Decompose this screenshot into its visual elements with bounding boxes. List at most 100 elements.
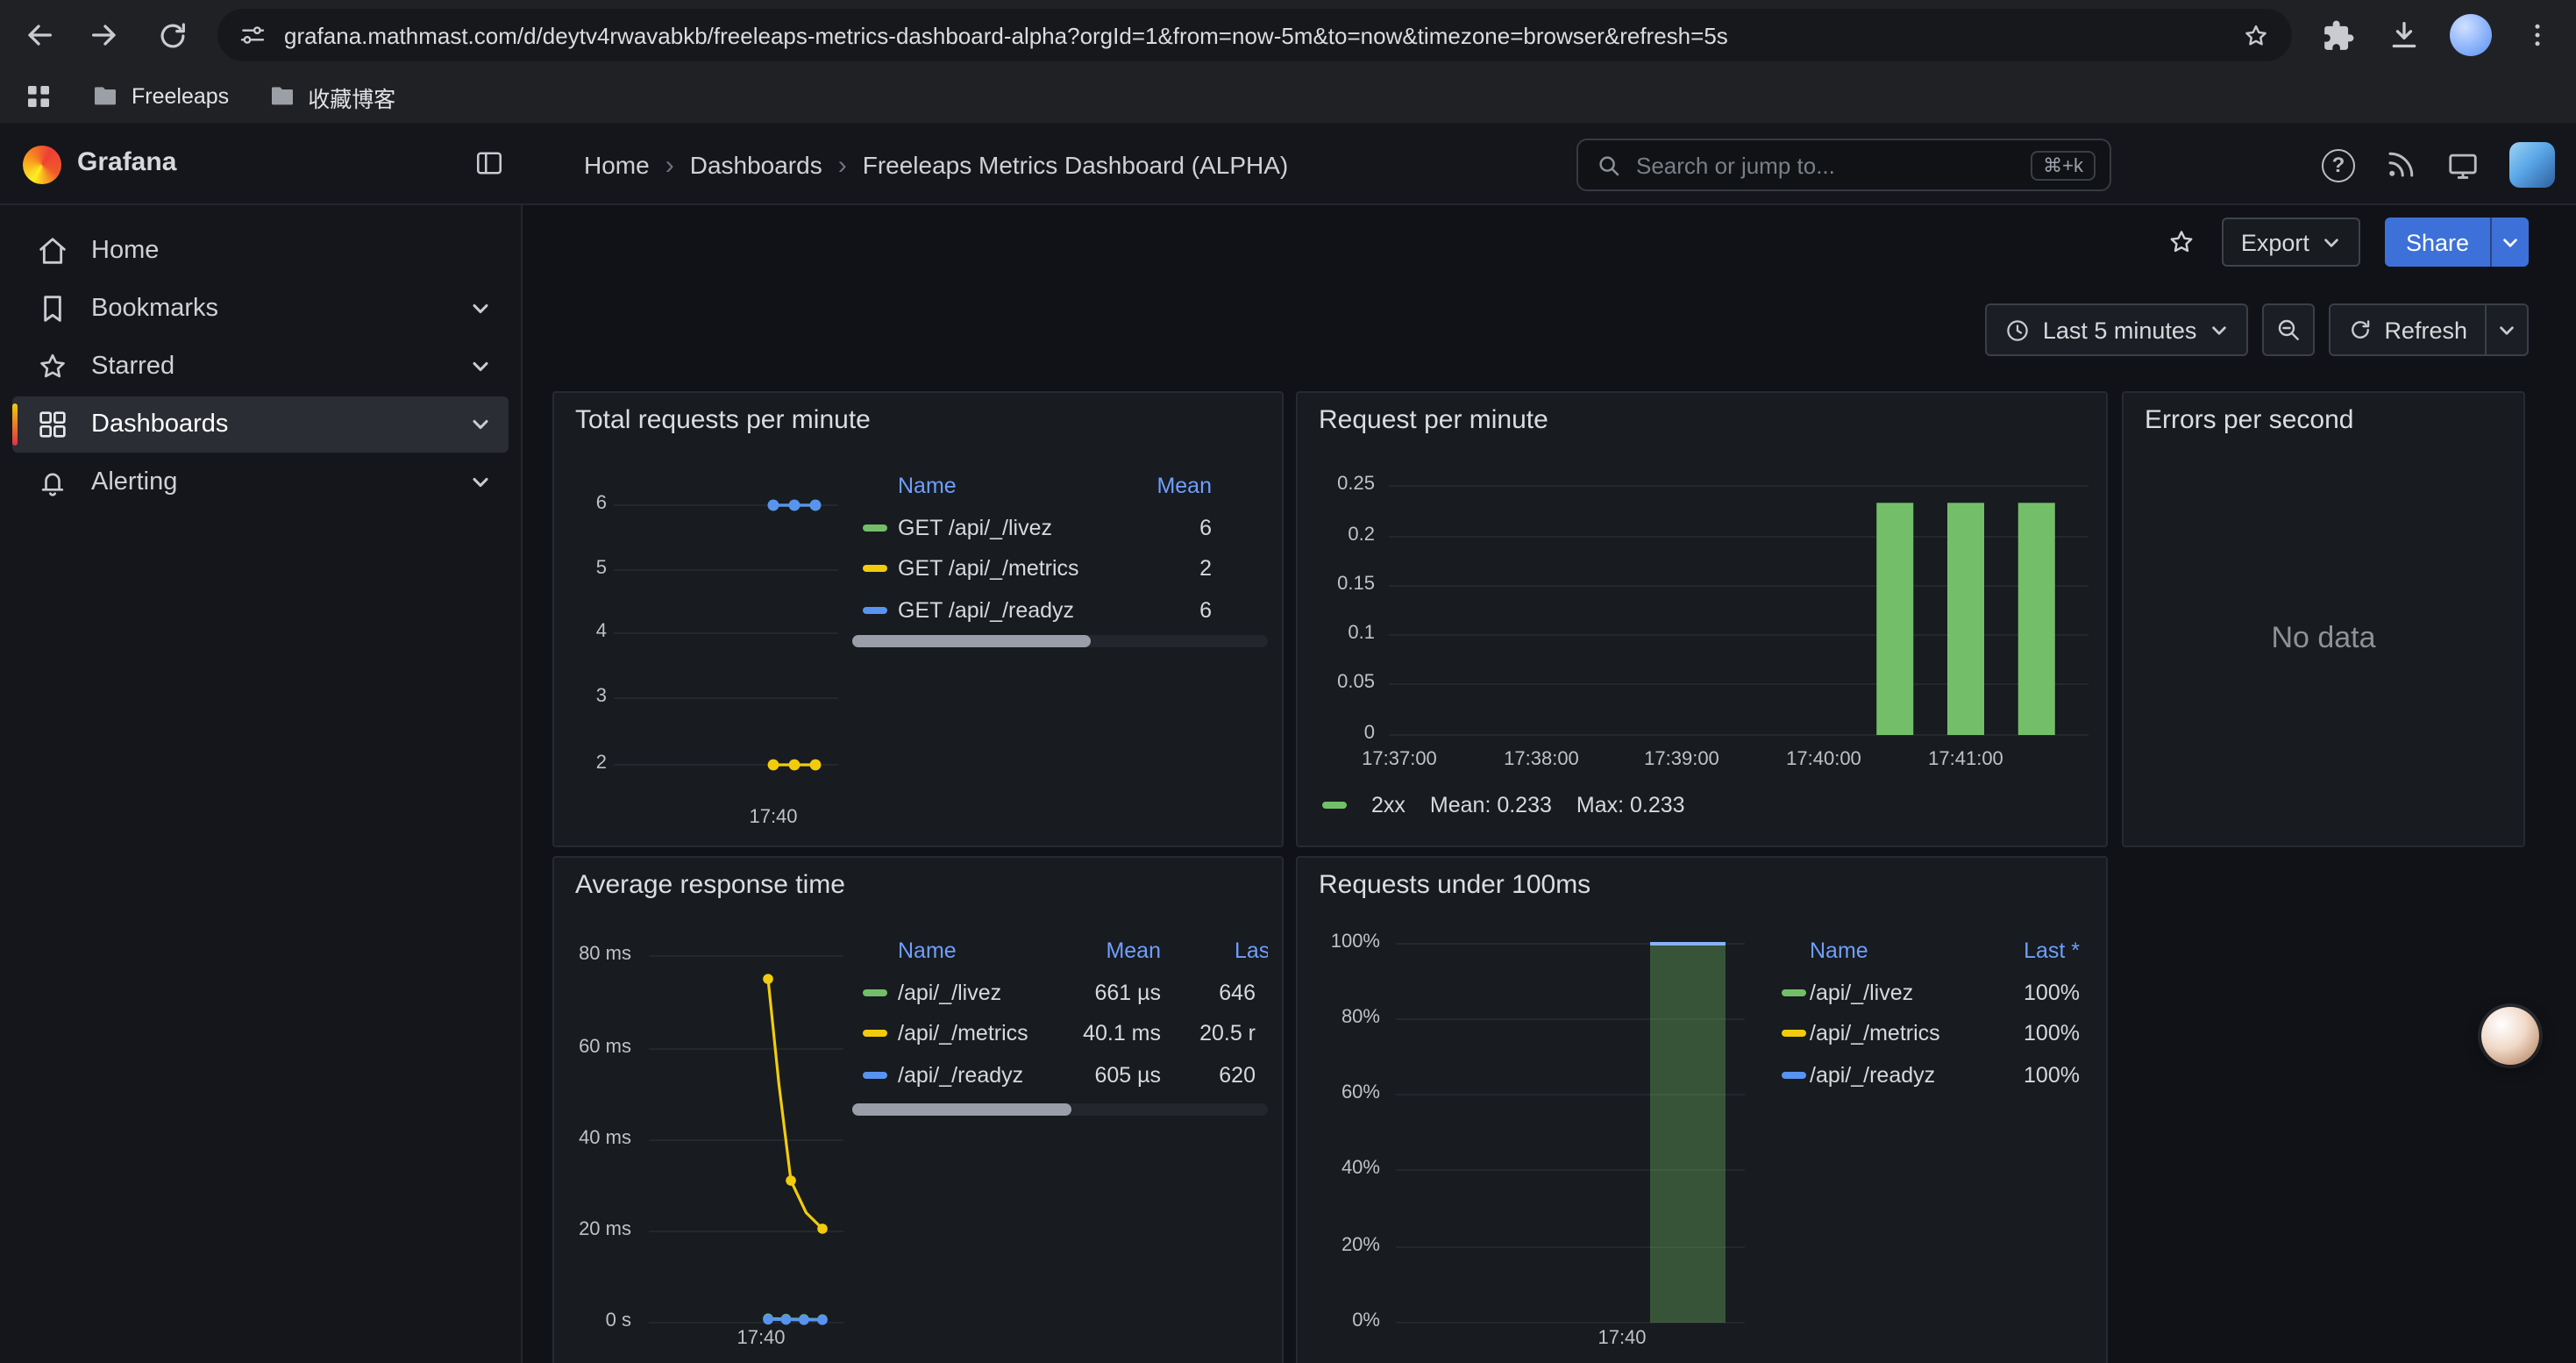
axis-tick-label: 80% (1298, 1007, 1380, 1030)
legend-series-name[interactable]: GET /api/_/metrics (898, 554, 1079, 582)
reload-icon[interactable] (151, 14, 193, 56)
panel-title[interactable]: Requests under 100ms (1319, 870, 1590, 900)
time-range-label: Last 5 minutes (2043, 317, 2197, 343)
axis-tick-label: 0.1 (1298, 623, 1375, 646)
panel-errors-per-second[interactable]: Errors per second No data (2122, 391, 2525, 847)
panel-request-per-minute[interactable]: Request per minute 2xx Mean: 0.233 Max: … (1296, 391, 2108, 847)
time-range-picker[interactable]: Last 5 minutes (1985, 303, 2248, 356)
dashboard-toolbar: Export Share (523, 205, 2576, 279)
favorite-star-icon[interactable] (2166, 226, 2197, 258)
downloads-icon[interactable] (2383, 14, 2425, 56)
chevron-down-icon[interactable] (470, 298, 491, 319)
legend-value: 6 (1071, 514, 1212, 542)
refresh-label: Refresh (2384, 317, 2467, 343)
legend-series-name[interactable]: /api/_/livez (1810, 979, 1913, 1007)
chevron-down-icon[interactable] (470, 414, 491, 435)
chevron-down-icon[interactable] (470, 356, 491, 377)
legend-series-name[interactable]: GET /api/_/livez (898, 514, 1052, 542)
bookmark-folder[interactable]: 收藏博客 (267, 80, 395, 113)
series-color-swatch (1782, 1072, 1806, 1079)
site-settings-icon[interactable] (238, 21, 267, 49)
legend-scrollbar-thumb[interactable] (852, 1103, 1071, 1116)
axis-tick-label: 6 (565, 493, 607, 516)
legend-column-header[interactable]: Name (898, 937, 957, 965)
axis-tick-label: 40 ms (554, 1128, 631, 1151)
legend-series-name[interactable]: /api/_/readyz (898, 1061, 1023, 1089)
sidebar-collapse-icon[interactable] (473, 147, 505, 179)
extensions-icon[interactable] (2316, 14, 2359, 56)
panel-title[interactable]: Request per minute (1319, 405, 1548, 435)
grafana-logo[interactable] (23, 146, 61, 184)
user-avatar[interactable] (2509, 142, 2555, 188)
forward-icon[interactable] (84, 14, 126, 56)
legend-series-name[interactable]: /api/_/metrics (1810, 1019, 1940, 1047)
legend-series-name[interactable]: GET /api/_/readyz (898, 596, 1074, 624)
legend-series-name[interactable]: /api/_/livez (898, 979, 1001, 1007)
bookmark-star-icon[interactable] (2241, 20, 2271, 50)
axis-tick-label: 60% (1298, 1082, 1380, 1105)
panel-title[interactable]: Total requests per minute (575, 405, 871, 435)
browser-toolbar: grafana.mathmast.com/d/deytv4rwavabkb/fr… (0, 0, 2576, 70)
sidebar-item-dashboards[interactable]: Dashboards (12, 396, 509, 453)
legend-value: 646 (1136, 979, 1256, 1007)
panel-requests-under-100ms[interactable]: Requests under 100ms 100%80%60%40%20%0%1… (1296, 856, 2108, 1363)
monitor-icon[interactable] (2446, 148, 2480, 182)
breadcrumb-separator-icon: › (665, 150, 674, 180)
axis-tick-label: 80 ms (554, 944, 631, 967)
panel-title[interactable]: Errors per second (2145, 405, 2353, 435)
sidebar-item-label: Home (91, 237, 159, 265)
legend-series-name[interactable]: /api/_/metrics (898, 1019, 1028, 1047)
chevron-down-icon[interactable] (470, 472, 491, 493)
legend-column-header[interactable]: Name (898, 472, 957, 500)
refresh-button[interactable]: Refresh (2330, 305, 2485, 354)
zoom-out-button[interactable] (2261, 303, 2314, 356)
url-text[interactable]: grafana.mathmast.com/d/deytv4rwavabkb/fr… (284, 22, 2224, 48)
folder-icon (267, 82, 295, 111)
share-menu-chevron-icon[interactable] (2490, 218, 2529, 267)
sidebar-item-alerting[interactable]: Alerting (12, 454, 509, 510)
apps-grid-icon[interactable] (25, 82, 53, 111)
axis-tick-label: 17:41:00 (1910, 749, 2022, 772)
panel-title[interactable]: Average response time (575, 870, 845, 900)
browser-profile-avatar[interactable] (2450, 14, 2492, 56)
panel-average-response-time[interactable]: Average response time 80 ms60 ms40 ms20 … (552, 856, 1284, 1363)
panel-total-requests[interactable]: Total requests per minute 6543217:40Name… (552, 391, 1284, 847)
breadcrumb-dashboards[interactable]: Dashboards (690, 151, 822, 179)
axis-tick-label: 0.05 (1298, 672, 1375, 695)
series-color-swatch (863, 525, 887, 532)
legend-series-name[interactable]: 2xx (1371, 793, 1405, 817)
legend-column-header[interactable]: Mean (1021, 937, 1161, 965)
legend-scrollbar[interactable] (852, 635, 1268, 647)
browser-menu-icon[interactable] (2516, 14, 2558, 56)
floating-assistant-avatar[interactable] (2481, 1007, 2539, 1065)
bookmark-folder[interactable]: Freeleaps (91, 82, 229, 111)
legend-column-header[interactable]: Last * (1955, 937, 2080, 965)
breadcrumb-home[interactable]: Home (584, 151, 650, 179)
breadcrumb-separator-icon: › (838, 150, 847, 180)
search-input[interactable]: Search or jump to... ⌘+k (1576, 139, 2111, 191)
axis-tick-label: 100% (1298, 931, 1380, 954)
sidebar-item-bookmarks[interactable]: Bookmarks (12, 281, 509, 337)
legend-series-name[interactable]: /api/_/readyz (1810, 1061, 1935, 1089)
legend-scrollbar-thumb[interactable] (852, 635, 1091, 647)
sidebar-item-starred[interactable]: Starred (12, 339, 509, 395)
help-icon[interactable]: ? (2322, 148, 2355, 182)
legend: Name Mean GET /api/_/livez 6 GET /api/_/metr… (852, 463, 1268, 674)
sidebar-item-home[interactable]: Home (12, 223, 509, 279)
address-bar[interactable]: grafana.mathmast.com/d/deytv4rwavabkb/fr… (217, 9, 2292, 61)
folder-icon (91, 82, 119, 111)
legend-column-header[interactable]: Name (1810, 937, 1868, 965)
legend-column-header[interactable]: Last * (1235, 937, 1268, 965)
refresh-interval-chevron-icon[interactable] (2485, 305, 2527, 354)
series-color-swatch (863, 1072, 887, 1079)
news-rss-icon[interactable] (2385, 149, 2416, 181)
bookmarks-bar: Freeleaps 收藏博客 (0, 70, 2576, 125)
legend-column-header[interactable]: Mean (1071, 472, 1212, 500)
legend-scrollbar[interactable] (852, 1103, 1268, 1116)
export-button[interactable]: Export (2222, 218, 2360, 267)
legend-stat-max: Max: 0.233 (1576, 793, 1685, 817)
grafana-brand: Grafana (77, 147, 176, 177)
back-icon[interactable] (18, 14, 60, 56)
share-button[interactable]: Share (2385, 218, 2490, 267)
axis-tick-label: 20% (1298, 1235, 1380, 1258)
